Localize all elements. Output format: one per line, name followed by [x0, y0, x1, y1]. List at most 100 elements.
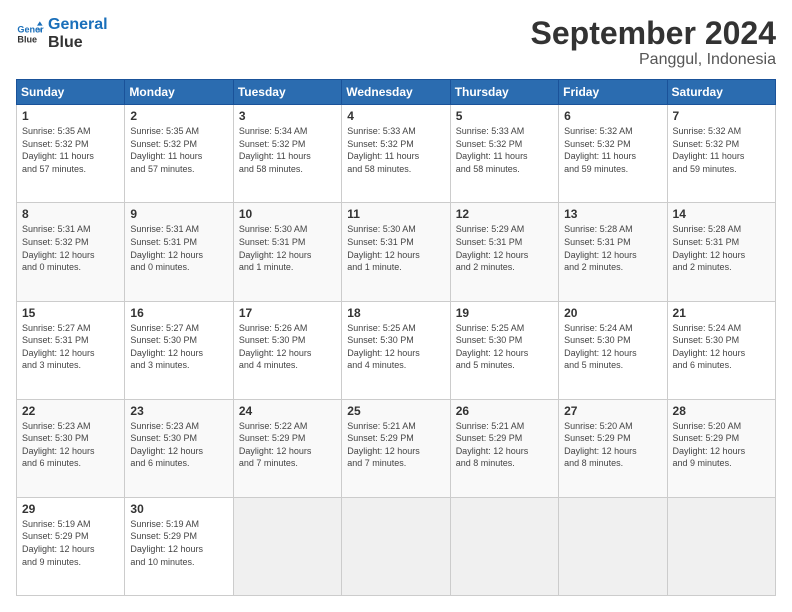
calendar-cell: 3Sunrise: 5:34 AM Sunset: 5:32 PM Daylig…: [233, 105, 341, 203]
calendar-cell: 12 Sunrise: 5:29 AM Sunset: 5:31 PM Dayli…: [450, 203, 558, 301]
day-info: Sunrise: 5:31 AM Sunset: 5:32 PM Dayligh…: [22, 223, 119, 273]
header-day-saturday: Saturday: [667, 80, 775, 105]
calendar-cell: [342, 497, 450, 595]
calendar-cell: 27 Sunrise: 5:20 AM Sunset: 5:29 PM Dayli…: [559, 399, 667, 497]
header-day-sunday: Sunday: [17, 80, 125, 105]
day-number: 24: [239, 404, 336, 418]
header-day-wednesday: Wednesday: [342, 80, 450, 105]
calendar-cell: 20 Sunrise: 5:24 AM Sunset: 5:30 PM Dayli…: [559, 301, 667, 399]
day-number: 30: [130, 502, 227, 516]
day-info: Sunrise: 5:32 AM Sunset: 5:32 PM Dayligh…: [564, 125, 661, 175]
day-info: Sunrise: 5:33 AM Sunset: 5:32 PM Dayligh…: [456, 125, 553, 175]
calendar-cell: 10 Sunrise: 5:30 AM Sunset: 5:31 PM Dayli…: [233, 203, 341, 301]
calendar-cell: [667, 497, 775, 595]
day-number: 17: [239, 306, 336, 320]
calendar-cell: 28 Sunrise: 5:20 AM Sunset: 5:29 PM Dayli…: [667, 399, 775, 497]
title-block: September 2024 Panggul, Indonesia: [531, 16, 776, 69]
logo-general: General: [48, 16, 108, 34]
day-info: Sunrise: 5:20 AM Sunset: 5:29 PM Dayligh…: [564, 420, 661, 470]
day-info: Sunrise: 5:21 AM Sunset: 5:29 PM Dayligh…: [456, 420, 553, 470]
day-number: 4: [347, 109, 444, 123]
calendar-week-4: 22 Sunrise: 5:23 AM Sunset: 5:30 PM Dayli…: [17, 399, 776, 497]
header-day-tuesday: Tuesday: [233, 80, 341, 105]
calendar-cell: 2Sunrise: 5:35 AM Sunset: 5:32 PM Daylig…: [125, 105, 233, 203]
day-number: 27: [564, 404, 661, 418]
day-info: Sunrise: 5:27 AM Sunset: 5:30 PM Dayligh…: [130, 322, 227, 372]
day-number: 23: [130, 404, 227, 418]
day-info: Sunrise: 5:25 AM Sunset: 5:30 PM Dayligh…: [456, 322, 553, 372]
day-number: 28: [673, 404, 770, 418]
calendar-week-3: 15Sunrise: 5:27 AM Sunset: 5:31 PM Dayli…: [17, 301, 776, 399]
day-number: 3: [239, 109, 336, 123]
day-number: 7: [673, 109, 770, 123]
day-number: 26: [456, 404, 553, 418]
header-day-monday: Monday: [125, 80, 233, 105]
day-number: 29: [22, 502, 119, 516]
logo-icon: General Blue: [16, 20, 44, 48]
day-info: Sunrise: 5:35 AM Sunset: 5:32 PM Dayligh…: [22, 125, 119, 175]
calendar-cell: 17 Sunrise: 5:26 AM Sunset: 5:30 PM Dayli…: [233, 301, 341, 399]
day-info: Sunrise: 5:21 AM Sunset: 5:29 PM Dayligh…: [347, 420, 444, 470]
day-info: Sunrise: 5:19 AM Sunset: 5:29 PM Dayligh…: [130, 518, 227, 568]
calendar-cell: 25 Sunrise: 5:21 AM Sunset: 5:29 PM Dayli…: [342, 399, 450, 497]
day-info: Sunrise: 5:22 AM Sunset: 5:29 PM Dayligh…: [239, 420, 336, 470]
calendar-cell: 15Sunrise: 5:27 AM Sunset: 5:31 PM Dayli…: [17, 301, 125, 399]
calendar-header-row: SundayMondayTuesdayWednesdayThursdayFrid…: [17, 80, 776, 105]
day-info: Sunrise: 5:31 AM Sunset: 5:31 PM Dayligh…: [130, 223, 227, 273]
day-number: 16: [130, 306, 227, 320]
day-number: 25: [347, 404, 444, 418]
day-info: Sunrise: 5:25 AM Sunset: 5:30 PM Dayligh…: [347, 322, 444, 372]
day-info: Sunrise: 5:26 AM Sunset: 5:30 PM Dayligh…: [239, 322, 336, 372]
calendar-subtitle: Panggul, Indonesia: [531, 51, 776, 69]
day-number: 20: [564, 306, 661, 320]
calendar-cell: 29 Sunrise: 5:19 AM Sunset: 5:29 PM Dayli…: [17, 497, 125, 595]
calendar-table: SundayMondayTuesdayWednesdayThursdayFrid…: [16, 79, 776, 596]
calendar-cell: 23 Sunrise: 5:23 AM Sunset: 5:30 PM Dayli…: [125, 399, 233, 497]
day-number: 21: [673, 306, 770, 320]
calendar-cell: 30 Sunrise: 5:19 AM Sunset: 5:29 PM Dayli…: [125, 497, 233, 595]
calendar-cell: 4 Sunrise: 5:33 AM Sunset: 5:32 PM Daylig…: [342, 105, 450, 203]
day-number: 5: [456, 109, 553, 123]
day-number: 10: [239, 207, 336, 221]
day-info: Sunrise: 5:20 AM Sunset: 5:29 PM Dayligh…: [673, 420, 770, 470]
day-info: Sunrise: 5:19 AM Sunset: 5:29 PM Dayligh…: [22, 518, 119, 568]
calendar-cell: 11Sunrise: 5:30 AM Sunset: 5:31 PM Dayli…: [342, 203, 450, 301]
day-info: Sunrise: 5:24 AM Sunset: 5:30 PM Dayligh…: [673, 322, 770, 372]
header: General Blue General Blue September 2024…: [16, 16, 776, 69]
day-number: 8: [22, 207, 119, 221]
day-info: Sunrise: 5:29 AM Sunset: 5:31 PM Dayligh…: [456, 223, 553, 273]
day-info: Sunrise: 5:23 AM Sunset: 5:30 PM Dayligh…: [130, 420, 227, 470]
day-number: 19: [456, 306, 553, 320]
day-number: 6: [564, 109, 661, 123]
calendar-week-2: 8 Sunrise: 5:31 AM Sunset: 5:32 PM Daylig…: [17, 203, 776, 301]
calendar-cell: 19 Sunrise: 5:25 AM Sunset: 5:30 PM Dayli…: [450, 301, 558, 399]
day-info: Sunrise: 5:24 AM Sunset: 5:30 PM Dayligh…: [564, 322, 661, 372]
day-number: 18: [347, 306, 444, 320]
calendar-cell: 9 Sunrise: 5:31 AM Sunset: 5:31 PM Daylig…: [125, 203, 233, 301]
day-info: Sunrise: 5:33 AM Sunset: 5:32 PM Dayligh…: [347, 125, 444, 175]
day-number: 11: [347, 207, 444, 221]
svg-text:Blue: Blue: [17, 34, 37, 44]
day-number: 12: [456, 207, 553, 221]
calendar-cell: [450, 497, 558, 595]
calendar-cell: 22Sunrise: 5:23 AM Sunset: 5:30 PM Dayli…: [17, 399, 125, 497]
day-info: Sunrise: 5:32 AM Sunset: 5:32 PM Dayligh…: [673, 125, 770, 175]
calendar-cell: 26 Sunrise: 5:21 AM Sunset: 5:29 PM Dayli…: [450, 399, 558, 497]
calendar-cell: 14Sunrise: 5:28 AM Sunset: 5:31 PM Dayli…: [667, 203, 775, 301]
calendar-cell: 8 Sunrise: 5:31 AM Sunset: 5:32 PM Daylig…: [17, 203, 125, 301]
calendar-cell: 6 Sunrise: 5:32 AM Sunset: 5:32 PM Daylig…: [559, 105, 667, 203]
day-number: 22: [22, 404, 119, 418]
day-number: 13: [564, 207, 661, 221]
calendar-cell: 16 Sunrise: 5:27 AM Sunset: 5:30 PM Dayli…: [125, 301, 233, 399]
header-day-friday: Friday: [559, 80, 667, 105]
calendar-week-5: 29 Sunrise: 5:19 AM Sunset: 5:29 PM Dayli…: [17, 497, 776, 595]
calendar-cell: 7 Sunrise: 5:32 AM Sunset: 5:32 PM Daylig…: [667, 105, 775, 203]
day-number: 1: [22, 109, 119, 123]
day-info: Sunrise: 5:28 AM Sunset: 5:31 PM Dayligh…: [564, 223, 661, 273]
header-day-thursday: Thursday: [450, 80, 558, 105]
day-info: Sunrise: 5:30 AM Sunset: 5:31 PM Dayligh…: [239, 223, 336, 273]
day-number: 9: [130, 207, 227, 221]
page: General Blue General Blue September 2024…: [0, 0, 792, 612]
calendar-cell: 18 Sunrise: 5:25 AM Sunset: 5:30 PM Dayli…: [342, 301, 450, 399]
logo-blue: Blue: [48, 34, 108, 52]
